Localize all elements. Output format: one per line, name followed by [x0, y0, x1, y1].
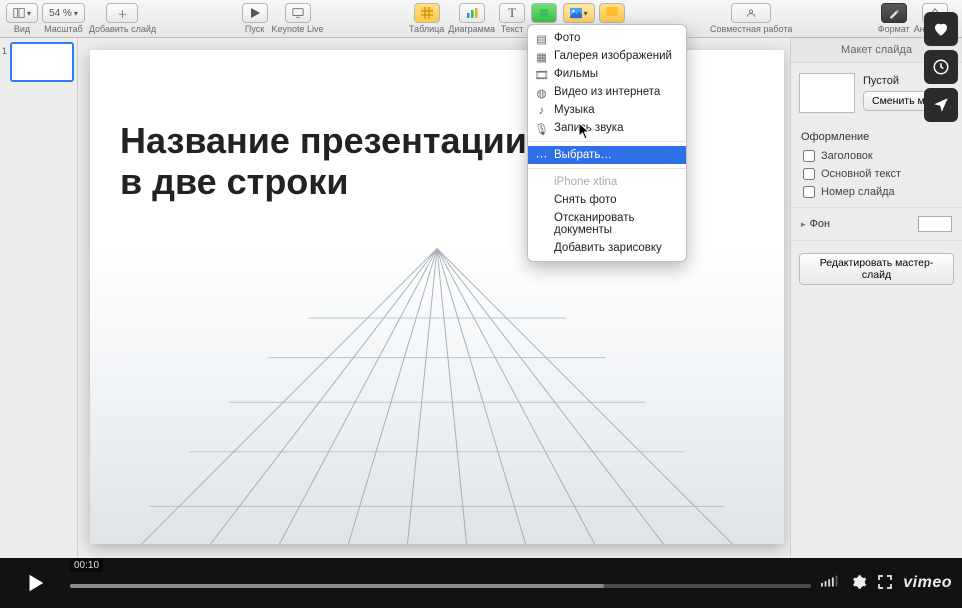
music-icon: ♪ — [535, 104, 548, 117]
menu-item-web-video[interactable]: ◍Видео из интернета — [528, 83, 686, 101]
master-thumbnail — [799, 73, 855, 113]
watch-later-button[interactable] — [924, 50, 958, 84]
video-timeline[interactable]: 00:10 — [70, 573, 811, 593]
photo-icon: ▤ — [535, 32, 548, 45]
slide-image-building — [90, 246, 784, 544]
keynote-live-button[interactable] — [285, 3, 311, 23]
table-label: Таблица — [409, 24, 444, 34]
chart-button[interactable] — [459, 3, 485, 23]
view-label: Вид — [14, 24, 30, 34]
comment-button[interactable] — [599, 3, 625, 23]
settings-icon[interactable] — [851, 574, 867, 593]
slidenum-checkbox[interactable] — [803, 186, 815, 198]
slidenum-checkbox-row[interactable]: Номер слайда — [791, 183, 962, 201]
film-icon: 🎞 — [535, 68, 548, 81]
zoom-button[interactable]: 54 %▾ — [42, 3, 85, 23]
format-label: Формат — [878, 24, 910, 34]
collaborate-button[interactable] — [731, 3, 771, 23]
thumb-number: 1 — [2, 46, 7, 56]
zoom-label: Масштаб — [44, 24, 83, 34]
mic-icon: 🎙 — [535, 122, 548, 135]
text-label: Текст — [501, 24, 524, 34]
media-button[interactable]: ▾ — [563, 3, 595, 23]
slide-thumbnail-1[interactable] — [10, 42, 74, 82]
format-button[interactable] — [881, 3, 907, 23]
slide-navigator: 1 — [0, 38, 78, 558]
menu-item-choose[interactable]: ⋯Выбрать… — [528, 146, 686, 164]
fullscreen-icon[interactable] — [877, 574, 893, 593]
mouse-cursor-icon — [578, 122, 592, 140]
body-checkbox[interactable] — [803, 168, 815, 180]
table-button[interactable] — [414, 3, 440, 23]
edit-master-button[interactable]: Редактировать мастер-слайд — [799, 253, 954, 285]
menu-item-device: iPhone xtina — [528, 173, 686, 191]
gallery-icon: ▦ — [535, 50, 548, 63]
background-swatch[interactable] — [918, 216, 952, 232]
background-label: Фон — [810, 218, 831, 230]
add-slide-label: Добавить слайд — [89, 24, 156, 34]
share-button[interactable] — [924, 88, 958, 122]
collab-label: Совместная работа — [710, 24, 792, 34]
shape-button[interactable] — [531, 3, 557, 23]
title-checkbox[interactable] — [803, 150, 815, 162]
body-checkbox-row[interactable]: Основной текст — [791, 165, 962, 183]
like-button[interactable] — [924, 12, 958, 46]
volume-icon[interactable] — [821, 575, 841, 592]
menu-item-scan-docs[interactable]: Отсканировать документы — [528, 209, 686, 239]
keynote-live-label: Keynote Live — [272, 24, 324, 34]
menu-item-photo[interactable]: ▤Фото — [528, 29, 686, 47]
globe-icon: ◍ — [535, 86, 548, 99]
vimeo-logo[interactable]: vimeo — [903, 574, 952, 592]
chart-label: Диаграмма — [448, 24, 495, 34]
play-button[interactable] — [242, 3, 268, 23]
play-label: Пуск — [245, 24, 264, 34]
menu-item-add-sketch[interactable]: Добавить зарисовку — [528, 239, 686, 257]
title-checkbox-row[interactable]: Заголовок — [791, 147, 962, 165]
menu-item-gallery[interactable]: ▦Галерея изображений — [528, 47, 686, 65]
view-button[interactable]: ▾ — [6, 3, 38, 23]
media-menu: ▤Фото ▦Галерея изображений 🎞Фильмы ◍Виде… — [527, 24, 687, 262]
video-controls: 00:10 vimeo — [0, 558, 962, 608]
menu-item-music[interactable]: ♪Музыка — [528, 101, 686, 119]
menu-item-record[interactable]: 🎙Запись звука — [528, 119, 686, 137]
menu-item-take-photo[interactable]: Снять фото — [528, 191, 686, 209]
overlay-actions — [924, 12, 958, 122]
video-timestamp: 00:10 — [70, 559, 103, 572]
video-play-button[interactable] — [10, 563, 60, 603]
slide-title: Название презентации в две строки — [120, 120, 527, 203]
menu-item-movies[interactable]: 🎞Фильмы — [528, 65, 686, 83]
text-button[interactable]: T — [499, 3, 525, 23]
appearance-label: Оформление — [791, 123, 962, 147]
toolbar: ▾ Вид 54 %▾ Масштаб ＋ Добавить слайд Пус… — [0, 0, 962, 38]
add-slide-button[interactable]: ＋ — [106, 3, 138, 23]
ellipsis-icon: ⋯ — [535, 149, 548, 162]
